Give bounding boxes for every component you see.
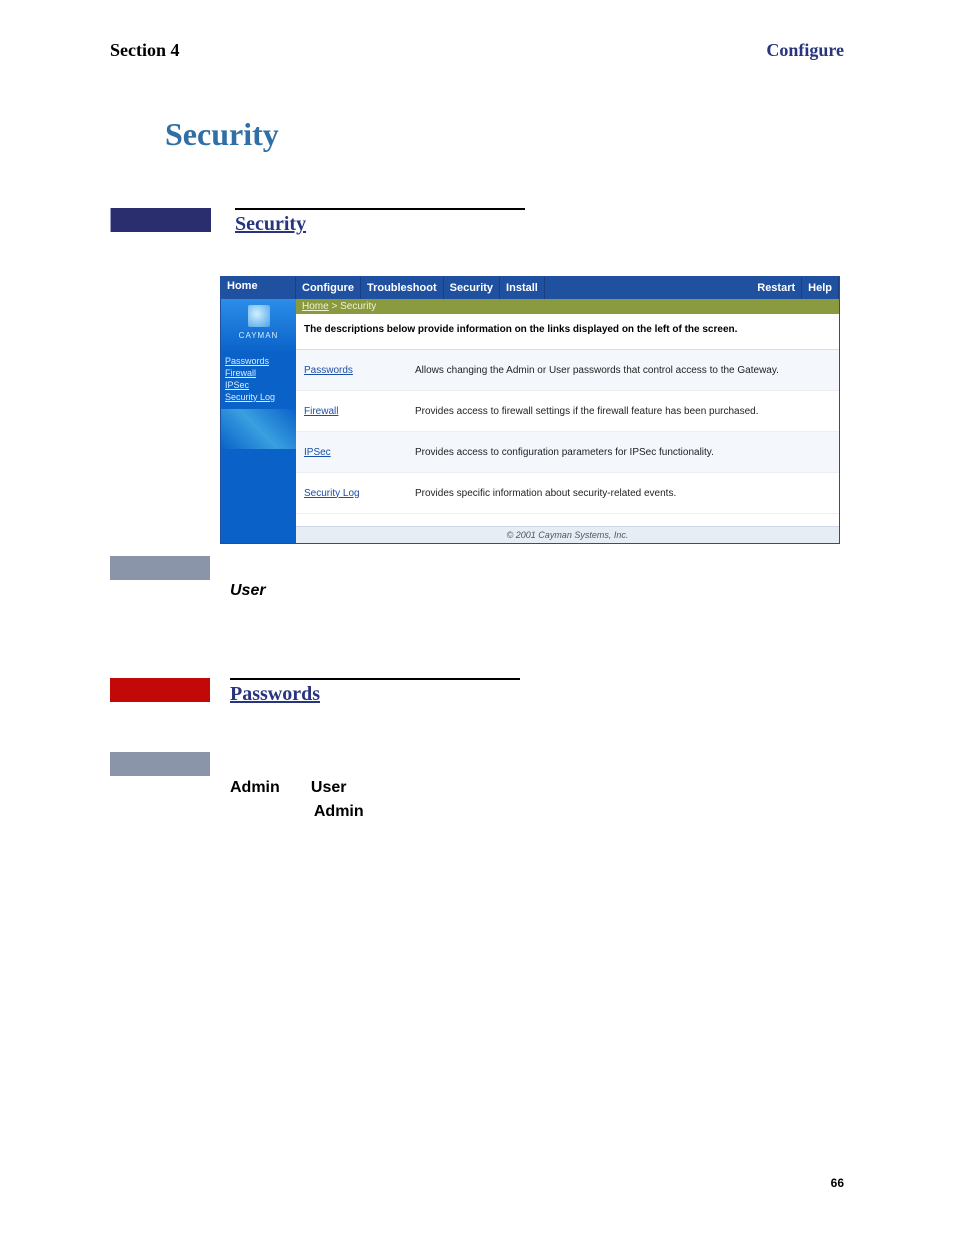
description-text: The descriptions below provide informati…	[296, 314, 839, 350]
side-link-firewall[interactable]: Firewall	[225, 367, 292, 379]
row-text: Allows changing the Admin or User passwo…	[407, 365, 839, 376]
row-link-passwords[interactable]: Passwords	[296, 365, 407, 376]
page-title: Security	[165, 116, 844, 153]
logo-icon	[248, 305, 270, 327]
row-link-firewall[interactable]: Firewall	[296, 406, 407, 417]
tab-install[interactable]: Install	[500, 277, 545, 299]
cayman-logo: CAYMAN	[221, 299, 296, 353]
user-label: User	[230, 582, 266, 599]
logo-text: CAYMAN	[239, 331, 279, 340]
side-link-security-log[interactable]: Security Log	[225, 391, 292, 403]
tab-marker-gray	[110, 752, 210, 776]
table-row: Security Log Provides specific informati…	[296, 473, 839, 514]
configure-label: Configure	[766, 40, 844, 61]
app-footer: © 2001 Cayman Systems, Inc.	[296, 526, 839, 543]
table-row: IPSec Provides access to configuration p…	[296, 432, 839, 473]
side-link-ipsec[interactable]: IPSec	[225, 379, 292, 391]
tab-marker-red	[110, 678, 210, 702]
app-topbar: Home Configure Troubleshoot Security Ins…	[221, 277, 839, 299]
row-text: Provides access to configuration paramet…	[407, 447, 839, 458]
passwords-heading-link[interactable]: Passwords	[230, 683, 320, 705]
sidebar-image	[221, 409, 296, 449]
breadcrumb-home[interactable]: Home	[302, 301, 329, 312]
passwords-body-text: Admin User Admin	[230, 776, 844, 824]
divider	[230, 678, 520, 680]
tab-configure[interactable]: Configure	[296, 277, 361, 299]
tab-troubleshoot[interactable]: Troubleshoot	[361, 277, 444, 299]
row-text: Provides access to firewall settings if …	[407, 406, 839, 417]
tab-marker-gray	[110, 556, 210, 580]
tab-restart[interactable]: Restart	[751, 277, 802, 299]
row-text: Provides specific information about secu…	[407, 488, 839, 499]
app-sidebar: CAYMAN Passwords Firewall IPSec Security…	[221, 299, 296, 543]
cayman-security-screenshot: Home Configure Troubleshoot Security Ins…	[220, 276, 840, 544]
side-link-passwords[interactable]: Passwords	[225, 355, 292, 367]
breadcrumb-current: Security	[340, 301, 376, 312]
admin-label: Admin	[314, 803, 364, 820]
tab-help[interactable]: Help	[802, 277, 839, 299]
section-label: Section 4	[110, 40, 180, 61]
table-row: Passwords Allows changing the Admin or U…	[296, 350, 839, 391]
tab-security[interactable]: Security	[444, 277, 500, 299]
security-heading-link[interactable]: Security	[235, 213, 306, 235]
tab-marker-navy	[110, 208, 215, 232]
app-home-tab[interactable]: Home	[221, 277, 296, 299]
row-link-ipsec[interactable]: IPSec	[296, 447, 407, 458]
admin-label: Admin	[230, 779, 280, 796]
page-number: 66	[831, 1176, 844, 1190]
user-label: User	[311, 779, 347, 796]
row-link-security-log[interactable]: Security Log	[296, 488, 407, 499]
table-row: Firewall Provides access to firewall set…	[296, 391, 839, 432]
divider	[235, 208, 525, 210]
page-header: Section 4 Configure	[110, 40, 844, 61]
breadcrumb: Home > Security	[296, 299, 839, 314]
breadcrumb-sep: >	[329, 301, 340, 312]
